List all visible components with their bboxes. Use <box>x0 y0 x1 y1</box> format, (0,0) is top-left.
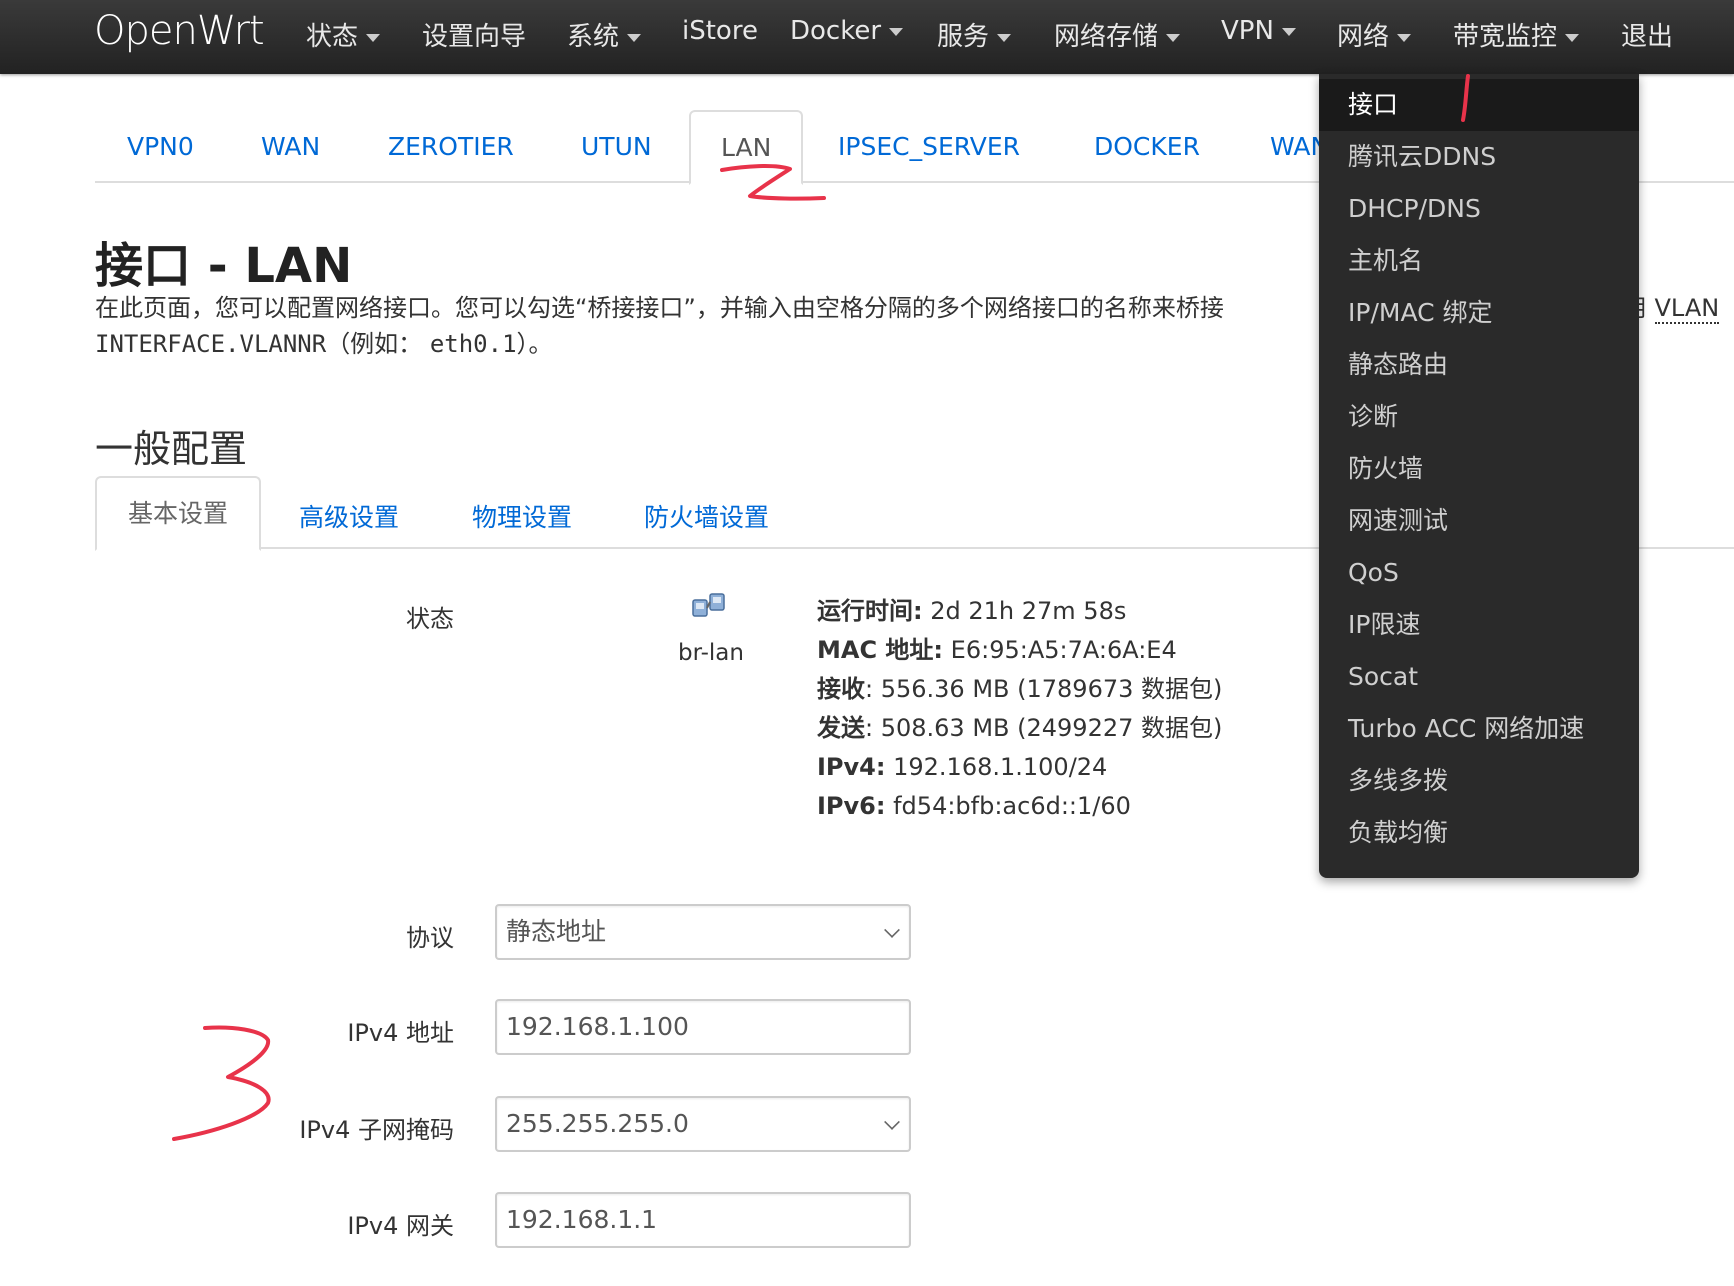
menu-item-hostnames[interactable]: 主机名 <box>1319 235 1639 287</box>
menu-item-ip-mac-bind[interactable]: IP/MAC 绑定 <box>1319 287 1639 339</box>
menu-item-interfaces[interactable]: 接口 <box>1319 79 1639 131</box>
nav-services[interactable]: 服务 <box>937 16 1012 53</box>
nav-nas[interactable]: 网络存储 <box>1054 16 1181 53</box>
ipv4-netmask-select[interactable]: 255.255.255.0 <box>495 1096 911 1152</box>
menu-item-socat[interactable]: Socat <box>1319 651 1639 703</box>
status-details: 运行时间: 2d 21h 27m 58s MAC 地址: E6:95:A5:7A… <box>817 597 1223 820</box>
menu-item-load-balance[interactable]: 负载均衡 <box>1319 807 1639 859</box>
nav-bandwidth[interactable]: 带宽监控 <box>1453 16 1580 53</box>
ipv4-gateway-label: IPv4 网关 <box>347 1212 454 1240</box>
menu-item-firewall[interactable]: 防火墙 <box>1319 443 1639 495</box>
ipv4-address-input[interactable]: 192.168.1.100 <box>495 999 911 1055</box>
nav-wizard[interactable]: 设置向导 <box>422 16 526 53</box>
nav-logout[interactable]: 退出 <box>1621 16 1673 53</box>
menu-item-static-routes[interactable]: 静态路由 <box>1319 339 1639 391</box>
menu-item-qos[interactable]: QoS <box>1319 547 1639 599</box>
nav-istore[interactable]: iStore <box>682 16 758 46</box>
caret-down-icon <box>1565 33 1580 42</box>
tab-utun[interactable]: UTUN <box>581 132 652 161</box>
subtab-physical[interactable]: 物理设置 <box>472 498 572 534</box>
menu-item-diagnostics[interactable]: 诊断 <box>1319 391 1639 443</box>
subtab-advanced[interactable]: 高级设置 <box>299 498 399 534</box>
tab-docker[interactable]: DOCKER <box>1094 132 1200 161</box>
network-dropdown-menu: 接口 腾讯云DDNS DHCP/DNS 主机名 IP/MAC 绑定 静态路由 诊… <box>1319 74 1639 878</box>
menu-item-speedtest[interactable]: 网速测试 <box>1319 495 1639 547</box>
caret-down-icon <box>1397 33 1412 42</box>
menu-item-tencent-ddns[interactable]: 腾讯云DDNS <box>1319 131 1639 183</box>
nav-network[interactable]: 网络 <box>1337 16 1412 53</box>
tab-vpn0[interactable]: VPN0 <box>127 132 194 161</box>
chevron-down-icon <box>884 922 900 938</box>
caret-down-icon <box>1281 27 1296 36</box>
chevron-down-icon <box>884 1114 900 1130</box>
annotation-mark-3 <box>172 1025 271 1141</box>
tab-zerotier[interactable]: ZEROTIER <box>388 132 514 161</box>
nav-status[interactable]: 状态 <box>306 16 381 53</box>
menu-item-dhcp-dns[interactable]: DHCP/DNS <box>1319 183 1639 235</box>
tab-wan[interactable]: WAN <box>261 132 320 161</box>
caret-down-icon <box>997 33 1012 42</box>
caret-down-icon <box>889 27 904 36</box>
nav-vpn[interactable]: VPN <box>1221 16 1296 46</box>
subtab-firewall[interactable]: 防火墙设置 <box>644 498 769 534</box>
caret-down-icon <box>1166 33 1181 42</box>
nav-docker[interactable]: Docker <box>790 16 904 46</box>
section-title: 一般配置 <box>95 427 248 471</box>
menu-item-multiwan-dial[interactable]: 多线多拨 <box>1319 755 1639 807</box>
caret-down-icon <box>627 33 642 42</box>
iface-name: br-lan <box>678 640 744 666</box>
ipv4-gateway-input[interactable]: 192.168.1.1 <box>495 1192 911 1248</box>
menu-item-ip-limit[interactable]: IP限速 <box>1319 599 1639 651</box>
ipv4-netmask-label: IPv4 子网掩码 <box>299 1116 454 1144</box>
network-bridge-icon <box>692 593 725 617</box>
subtab-basic[interactable]: 基本设置 <box>95 476 262 551</box>
ipv4-address-label: IPv4 地址 <box>347 1019 454 1047</box>
nav-system[interactable]: 系统 <box>567 16 642 53</box>
status-label: 状态 <box>406 605 454 633</box>
caret-down-icon <box>366 33 381 42</box>
brand-logo[interactable]: OpenWrt <box>94 8 265 54</box>
page-title: 接口 - LAN <box>95 238 353 294</box>
menu-item-turbo-acc[interactable]: Turbo ACC 网络加速 <box>1319 703 1639 755</box>
top-navbar: OpenWrt 状态 设置向导 系统 iStore Docker 服务 网络存储… <box>0 0 1734 74</box>
tab-lan[interactable]: LAN <box>689 110 804 185</box>
protocol-select[interactable]: 静态地址 <box>495 904 911 960</box>
tab-ipsec-server[interactable]: IPSEC_SERVER <box>838 132 1020 161</box>
protocol-label: 协议 <box>406 924 454 952</box>
